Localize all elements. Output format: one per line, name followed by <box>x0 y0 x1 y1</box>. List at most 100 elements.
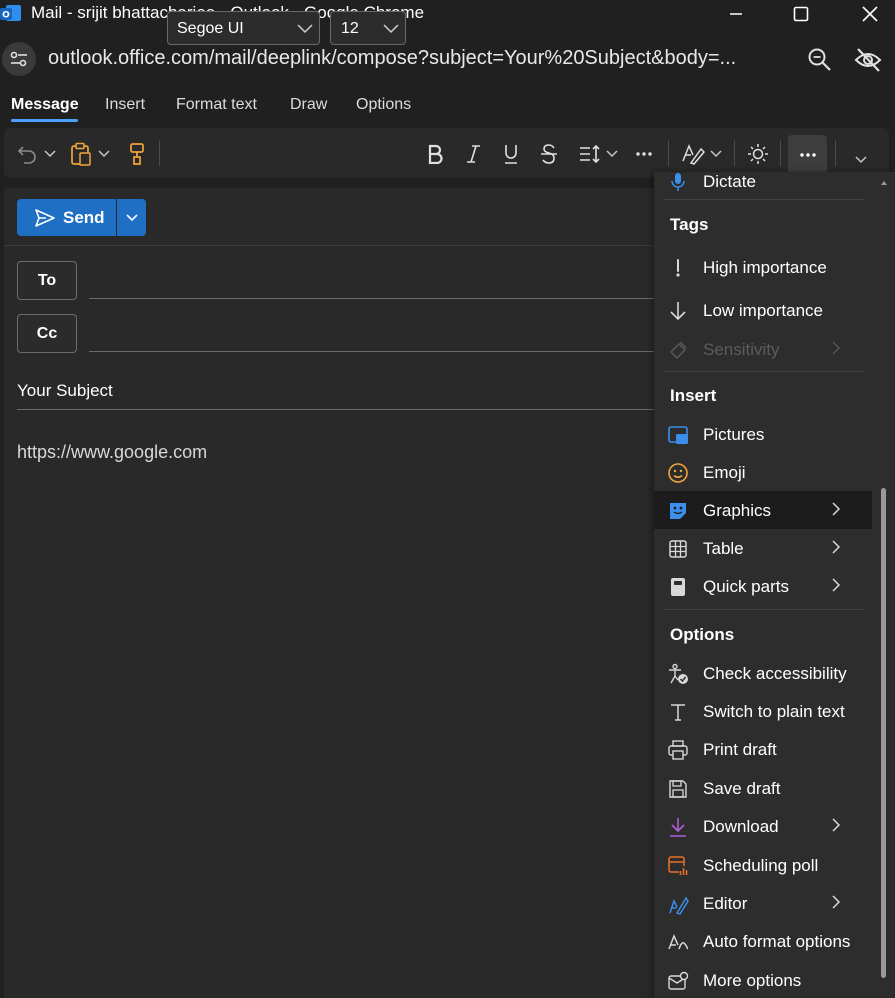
toolbar-divider <box>835 140 836 166</box>
menu-divider <box>664 609 864 610</box>
menu-item-switch-plain-text[interactable]: Switch to plain text <box>654 692 872 730</box>
table-icon <box>666 538 690 560</box>
line-spacing-dropdown[interactable] <box>605 146 619 162</box>
menu-item-quick-parts[interactable]: Quick parts <box>654 567 872 605</box>
section-heading-tags: Tags <box>670 215 709 234</box>
tune-icon <box>10 51 27 67</box>
chevron-down-icon <box>125 213 138 221</box>
font-size-value: 12 <box>341 20 359 37</box>
menu-item-graphics[interactable]: Graphics <box>654 491 872 529</box>
tab-format-text[interactable]: Format text <box>176 96 257 114</box>
editor-dropdown[interactable] <box>709 146 723 162</box>
menu-item-more-options[interactable]: More options <box>654 961 872 998</box>
outlook-icon: O <box>0 5 21 21</box>
editor-button[interactable] <box>680 142 706 166</box>
subject-field[interactable]: Your Subject <box>17 381 113 401</box>
zoom-icon[interactable] <box>806 46 834 74</box>
menu-item-table[interactable]: Table <box>654 529 872 567</box>
cc-field[interactable] <box>89 351 654 352</box>
graphics-icon <box>666 500 690 522</box>
format-painter-button[interactable] <box>126 142 148 166</box>
menu-item-label: Check accessibility <box>703 664 847 683</box>
toolbar-divider <box>159 140 160 166</box>
menu-scrollbar-thumb[interactable] <box>881 488 886 978</box>
menu-item-download[interactable]: Download <box>654 807 872 845</box>
ribbon-expand-button[interactable] <box>853 154 869 166</box>
to-button[interactable]: To <box>17 261 77 300</box>
text-icon <box>666 701 690 723</box>
clipboard-icon <box>71 142 91 166</box>
subject-underline <box>17 409 654 410</box>
toolbar-divider <box>734 140 735 166</box>
close-button[interactable] <box>847 0 893 28</box>
maximize-button[interactable] <box>778 0 824 28</box>
auto-format-icon <box>666 931 690 953</box>
bold-icon <box>428 144 443 164</box>
tab-insert[interactable]: Insert <box>105 96 145 114</box>
menu-divider <box>664 371 864 372</box>
chevron-down-icon <box>297 24 313 34</box>
menu-item-auto-format-options[interactable]: Auto format options <box>654 922 872 960</box>
more-horizontal-icon <box>799 153 816 157</box>
line-spacing-button[interactable] <box>577 142 603 166</box>
tab-options[interactable]: Options <box>356 96 411 114</box>
paste-dropdown[interactable] <box>97 146 111 162</box>
eye-off-icon[interactable] <box>853 46 883 74</box>
menu-item-label: Editor <box>703 894 748 913</box>
picture-icon <box>666 424 690 446</box>
exclamation-icon <box>666 257 690 279</box>
menu-item-save-draft[interactable]: Save draft <box>654 769 872 807</box>
underline-button[interactable] <box>500 142 522 166</box>
menu-item-print-draft[interactable]: Print draft <box>654 730 872 768</box>
sensitivity-icon <box>666 339 690 361</box>
more-format-button[interactable] <box>632 142 656 166</box>
strikethrough-button[interactable] <box>538 142 560 166</box>
url-field[interactable]: outlook.office.com/mail/deeplink/compose… <box>48 47 788 70</box>
scroll-up-arrow-icon[interactable] <box>880 179 888 187</box>
undo-dropdown[interactable] <box>43 146 57 162</box>
header-divider <box>4 245 654 246</box>
font-size-select[interactable]: 12 <box>330 11 406 45</box>
menu-item-pictures[interactable]: Pictures <box>654 415 872 453</box>
menu-item-scheduling-poll[interactable]: Scheduling poll <box>654 846 872 884</box>
menu-item-high-importance[interactable]: High importance <box>654 248 872 286</box>
chevron-right-icon <box>832 540 841 554</box>
brightness-button[interactable] <box>746 142 770 166</box>
menu-item-label: More options <box>703 971 802 990</box>
site-info-button[interactable] <box>2 42 36 76</box>
menu-item-label: Quick parts <box>703 577 789 596</box>
sun-icon <box>748 144 768 164</box>
font-family-select[interactable]: Segoe UI <box>167 11 320 45</box>
menu-item-editor[interactable]: Editor <box>654 884 872 922</box>
menu-item-dictate[interactable]: Dictate <box>654 172 872 200</box>
bold-button[interactable] <box>424 142 446 166</box>
tab-draw[interactable]: Draw <box>290 96 327 114</box>
title-bar: O Mail - srijit bhattacharjee - Outlook … <box>0 0 895 28</box>
chevron-down-icon <box>855 156 867 164</box>
font-family-value: Segoe UI <box>177 20 244 37</box>
menu-item-label: Low importance <box>703 301 824 320</box>
menu-item-emoji[interactable]: Emoji <box>654 453 872 491</box>
menu-item-check-accessibility[interactable]: Check accessibility <box>654 654 872 692</box>
tab-message[interactable]: Message <box>11 96 79 114</box>
to-field[interactable] <box>89 298 654 299</box>
undo-button[interactable] <box>15 142 39 166</box>
message-body[interactable]: https://www.google.com <box>17 442 207 463</box>
maximize-icon <box>793 6 809 22</box>
editor-pen-icon <box>682 144 705 165</box>
accessibility-icon <box>666 663 690 685</box>
chevron-down-icon <box>606 150 618 158</box>
mail-settings-icon <box>666 970 690 992</box>
minimize-button[interactable] <box>713 0 759 28</box>
menu-item-label: Pictures <box>703 425 765 444</box>
download-icon <box>666 816 690 838</box>
address-bar: outlook.office.com/mail/deeplink/compose… <box>0 28 895 86</box>
cc-button[interactable]: Cc <box>17 314 77 353</box>
send-button[interactable]: Send <box>17 199 116 236</box>
more-options-button[interactable] <box>788 135 827 175</box>
menu-item-low-importance[interactable]: Low importance <box>654 291 872 329</box>
italic-button[interactable] <box>462 142 484 166</box>
chevron-right-icon <box>832 895 841 909</box>
send-options-dropdown[interactable] <box>117 199 146 236</box>
paste-button[interactable] <box>69 142 93 166</box>
